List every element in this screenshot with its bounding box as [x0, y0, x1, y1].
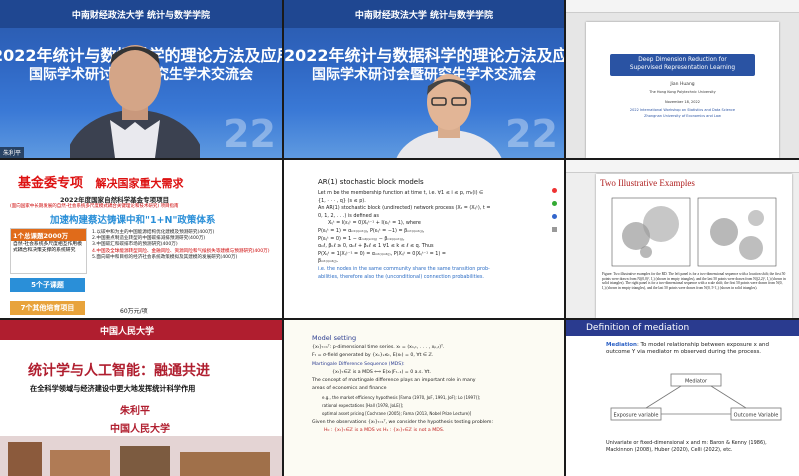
paper-date: November 18, 2022	[665, 100, 700, 104]
school-logo: 中国人民大学	[100, 327, 155, 337]
slide-line: P(Xᵢⱼᵗ = 1|Xᵢⱼᵗ⁻¹ = 0) = αₘₜ₍ᵢ₎ₘₜ₍ⱼ₎, P(…	[318, 250, 446, 257]
video-tile-pdf-title[interactable]: Deep Dimension Reduction for Supervised …	[566, 0, 799, 158]
backdrop-header: 中南财经政法大学 统计与数学学院	[71, 11, 211, 21]
slide-line: {xₜ}ₜ∈ℤ is a MDS ⟺ E(xₜ|Fₜ₋₁) = 0 a.s. ∀…	[332, 369, 431, 375]
slide-title: 基金委专项 解决国家重大需求	[18, 172, 184, 191]
slide-line: 0, 1, 2, . . .) is defined as	[318, 212, 379, 219]
slide-footer: 60万元/项	[120, 308, 148, 315]
slide-title: AR(1) stochastic block models	[318, 178, 424, 186]
paper-title-line-2: Supervised Representation Learning	[629, 65, 736, 71]
pdf-page: Two Illustrative Examples Figure: Two il…	[596, 174, 792, 318]
backdrop-year: 22	[223, 112, 276, 156]
speaker-affil: 中国人民大学	[110, 424, 170, 435]
pdf-page: Deep Dimension Reduction for Supervised …	[586, 22, 779, 158]
slide-title-text: Definition of mediation	[586, 323, 690, 333]
video-tile-speaker-center[interactable]: 中南财经政法大学 统计与数学学院 2022年统计与数据科学的理论方法及应用 国际…	[284, 0, 564, 158]
slide-line: The concept of martingale difference pla…	[312, 378, 476, 384]
data-circle	[640, 246, 652, 258]
slide-title: Model setting	[312, 334, 357, 342]
speaker-video	[396, 74, 502, 158]
slide-body: Let m be the membership function at time…	[318, 190, 553, 281]
campus-image	[0, 436, 282, 476]
slide-line: areas of economics and finance	[312, 386, 387, 392]
video-tile-ar1-slide[interactable]: AR(1) stochastic block models Let m be t…	[284, 160, 564, 318]
speaker-name: 朱利平	[120, 406, 150, 417]
bullet-list: 1.以碳中和为主的中国能源结构优化建模及预测研究(400万) 2.中国重点制造业…	[92, 230, 272, 261]
paper-title-line-1: Deep Dimension Reduction for	[638, 57, 727, 63]
video-tile-fund-slide[interactable]: 基金委专项 解决国家重大需求 2022年度国家自然科学基金专项项目 (面向国家中…	[0, 160, 282, 318]
slide-title-sub: 解决国家重大需求	[95, 177, 184, 190]
participant-name: 朱利平	[0, 147, 25, 158]
backdrop-year: 22	[505, 112, 558, 156]
backdrop-title-1: 2022年统计与数据科学的理论方法及应用	[284, 46, 564, 65]
data-circle	[643, 206, 679, 242]
section-title: Two Illustrative Examples	[600, 178, 695, 188]
slide-line: P(εᵢⱼᵗ = 0) = 1 − αₘₜ₍ᵢ₎ₘₜ₍ⱼ₎ − βₘₜ₍ᵢ₎ₘₜ…	[318, 235, 405, 242]
slide-header-bar: 中国人民大学	[0, 320, 282, 340]
speaker-video	[70, 45, 200, 158]
video-tile-model-setting[interactable]: Model setting {xₜ}ₜ₌₁ᵀ: p-dimensional ti…	[284, 320, 564, 476]
annotation-toolbar[interactable]	[552, 188, 558, 298]
pen-icon[interactable]	[552, 188, 557, 193]
slide-item-sub: (面向国家中长期发展的自然-社会系统多尺度模式耦合关键理论和技术研究) 项目指南	[10, 204, 179, 209]
node-mediator: Mediator	[685, 379, 708, 385]
talk-title: 统计学与人工智能：融通共进	[28, 363, 210, 379]
node-outcome: Outcome Variable	[734, 413, 779, 419]
slide-body: {xₜ}ₜ₌₁ᵀ: p-dimensional time series. xₜ …	[312, 344, 552, 435]
paper-title-box: Deep Dimension Reduction for Supervised …	[610, 54, 755, 76]
slide-line: H₀ : {xₜ}ₜ∈ℤ is a MDS vs H₁ : {xₜ}ₜ∈ℤ is…	[324, 427, 445, 433]
slide-line: An AR(1) stochastic block (undirected) n…	[318, 205, 491, 212]
pdf-toolbar	[566, 0, 799, 13]
data-circle	[748, 210, 764, 226]
video-tile-speaker-left[interactable]: 中南财经政法大学 统计与数学学院 2022年统计与数据科学的理论方法及应用 国际…	[0, 0, 282, 158]
box-total-body: 自然-社会系统多尺度相互作用模式耦合和决策支撑的系统研究	[13, 242, 82, 253]
slide-line: βₘₜ₍ᵢ₎ₘₜ₍ⱼ₎.	[318, 258, 339, 265]
slide-title: Definition of mediation	[566, 320, 799, 336]
mediation-diagram: Mediator Exposure variable Outcome Varia…	[610, 373, 782, 421]
slide-line: Let m be the membership function at time…	[318, 190, 484, 196]
slide-line: abilities, therefore also the (unconditi…	[318, 273, 484, 280]
slide-line: optimal asset pricing [Cochrane (2005); …	[322, 411, 472, 417]
slide-line: Fₜ = σ-field generated by {xₛ}ₛ≤ₜ, E(xₜ)…	[312, 353, 434, 359]
figure-panels	[611, 197, 777, 267]
node-exposure: Exposure variable	[614, 413, 659, 419]
slide-line: rational expectations [Hall (1978, JoLE)…	[322, 403, 404, 409]
video-tile-illustrative[interactable]: Two Illustrative Examples Figure: Two il…	[566, 160, 799, 318]
slide-line: {xₜ}ₜ₌₁ᵀ: p-dimensional time series. xₜ …	[312, 345, 445, 350]
slide-banner: 加速构建蔡达铸课中和"1+N"政策体系	[50, 215, 216, 226]
slide-line: Martingale Difference Sequence (MDS):	[312, 361, 405, 367]
figure-caption: Figure: Two illustrative examples for th…	[602, 272, 786, 290]
eraser-icon[interactable]	[552, 227, 557, 232]
slide-line: i.e. the nodes in the same community sha…	[318, 265, 490, 272]
slide-body: Mediation: To model relationship between…	[606, 342, 786, 356]
paper-event-2: Zhongnan University of Economics and Law	[644, 114, 721, 118]
slide-line: e.g., the market efficiency hypothesis […	[322, 394, 481, 400]
paper-event-1: 2022 International Workshop on Statistic…	[629, 108, 736, 112]
slide-line: αₖℓ, βₖℓ ≥ 0, αₖℓ + βₖℓ ≤ 1 ∀1 ≤ k ≤ ℓ ≤…	[318, 243, 434, 250]
box-other: 7个其他培育项目	[10, 301, 85, 315]
box-total: 1个总课题2000万 自然-社会系统多尺度相互作用模式耦合和决策支撑的系统研究	[10, 228, 87, 274]
video-tile-mediation[interactable]: Definition of mediation Mediation: To mo…	[566, 320, 799, 476]
slide-line: P(εᵢⱼᵗ = 1) = αₘₜ₍ᵢ₎ₘₜ₍ⱼ₎, P(εᵢⱼᵗ = −1) …	[318, 227, 425, 234]
video-tile-stats-ai[interactable]: 中国人民大学 统计学与人工智能：融通共进 在全科学领域与经济建设中更大地发挥统计…	[0, 320, 282, 476]
data-circle	[710, 218, 738, 246]
paper-author: Jian Huang	[670, 82, 695, 87]
bullet-item: 5.面向碳中和目标的经济社会系统政策模拟及其建模的发展研究(400万)	[92, 254, 238, 260]
box-total-title: 1个总课题2000万	[11, 229, 86, 241]
slide-title-main: 基金委专项	[18, 176, 84, 191]
data-circle	[739, 236, 763, 260]
slide-line: Given the observations {xₜ}ₜ₌₁ᵀ, we cons…	[312, 419, 494, 425]
mediation-bullet: Univariate or fixed-dimensional x and m:…	[606, 440, 767, 453]
color-icon[interactable]	[552, 201, 557, 206]
paper-affiliation: The Hong Kong Polytechnic University	[649, 90, 716, 94]
bullet-item: 4.中国及全球能源转型风险、金融风险、资源风险和气候损失等建模与预测研究(400…	[92, 248, 270, 254]
slide-line: {1, · · · , q} (s ≤ p).	[318, 197, 366, 204]
pdf-toolbar	[566, 160, 799, 173]
talk-subtitle: 在全科学领域与经济建设中更大地发挥统计科学作用	[30, 384, 196, 393]
backdrop-header: 中南财经政法大学 统计与数学学院	[354, 11, 494, 21]
mediation-label: Mediation	[606, 342, 637, 348]
highlight-equation: Xᵢⱼᵗ = I(εᵢⱼᵗ = 0)Xᵢⱼᵗ⁻¹ + I(εᵢⱼᵗ = 1), …	[328, 220, 421, 227]
box-sub: 5个子课题	[10, 278, 85, 292]
color-icon[interactable]	[552, 214, 557, 219]
